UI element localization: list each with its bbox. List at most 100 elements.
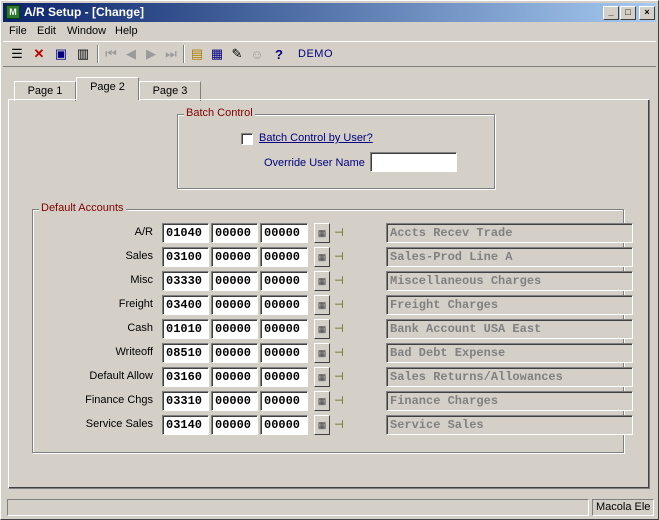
account-segment-3[interactable]: 00000 <box>260 343 308 363</box>
pin-icon[interactable]: ⊣ <box>331 295 347 315</box>
lookup-icon[interactable]: ▦ <box>314 271 330 291</box>
lookup-icon[interactable]: ▦ <box>314 415 330 435</box>
account-segment-3[interactable]: 00000 <box>260 271 308 291</box>
account-segment-3[interactable]: 00000 <box>260 319 308 339</box>
account-segment-1[interactable]: 01010 <box>162 319 209 339</box>
tab-page-1[interactable]: Page 1 <box>14 81 76 101</box>
account-description: Bad Debt Expense <box>386 343 633 363</box>
account-segment-3[interactable]: 00000 <box>260 295 308 315</box>
tab-label: Page 1 <box>27 85 63 97</box>
account-segment-2[interactable]: 00000 <box>211 295 258 315</box>
account-description: Finance Charges <box>386 391 633 411</box>
lookup-icon[interactable]: ▦ <box>314 343 330 363</box>
delete-icon[interactable]: ✕ <box>29 44 49 64</box>
help-icon[interactable]: ? <box>269 44 289 64</box>
pin-icon[interactable]: ⊣ <box>331 319 347 339</box>
account-segment-2[interactable]: 00000 <box>211 415 258 435</box>
next-record-icon[interactable]: ▶ <box>141 44 161 64</box>
account-label: A/R <box>134 226 153 238</box>
toolbar-separator <box>97 45 99 63</box>
status-main <box>7 499 589 516</box>
override-user-input[interactable] <box>370 152 457 172</box>
checkbox-label[interactable]: Batch Control by User? <box>259 132 373 144</box>
tab-label: Page 2 <box>90 81 125 93</box>
account-segment-3[interactable]: 00000 <box>260 391 308 411</box>
lookup-icon[interactable]: ▦ <box>314 367 330 387</box>
status-company: Macola Ele <box>592 499 654 516</box>
override-user-label: Override User Name <box>264 157 365 169</box>
list-icon[interactable]: ☰ <box>7 44 27 64</box>
chart-icon[interactable]: ✎ <box>227 44 247 64</box>
account-segment-2[interactable]: 00000 <box>211 319 258 339</box>
account-label: Cash <box>127 322 153 334</box>
tab-page-2[interactable]: Page 2 <box>76 77 139 100</box>
account-segment-2[interactable]: 00000 <box>211 343 258 363</box>
lookup-icon[interactable]: ▦ <box>314 223 330 243</box>
group-title: Batch Control <box>184 107 255 119</box>
account-description: Miscellaneous Charges <box>386 271 633 291</box>
account-segment-3[interactable]: 00000 <box>260 415 308 435</box>
account-segment-2[interactable]: 00000 <box>211 247 258 267</box>
account-segment-1[interactable]: 03310 <box>162 391 209 411</box>
maximize-icon[interactable]: □ <box>620 6 636 20</box>
account-segment-2[interactable]: 00000 <box>211 271 258 291</box>
menu-help[interactable]: Help <box>115 25 138 37</box>
lookup-icon[interactable]: ▦ <box>314 295 330 315</box>
menu-bar: File Edit Window Help <box>3 23 656 41</box>
pin-icon[interactable]: ⊣ <box>331 223 347 243</box>
account-description: Bank Account USA East <box>386 319 633 339</box>
prev-record-icon[interactable]: ◀ <box>121 44 141 64</box>
account-segment-1[interactable]: 01040 <box>162 223 209 243</box>
account-segment-3[interactable]: 00000 <box>260 247 308 267</box>
account-description: Accts Recev Trade <box>386 223 633 243</box>
first-record-icon[interactable]: ⏮ <box>101 44 121 64</box>
lookup-icon[interactable]: ▦ <box>314 391 330 411</box>
account-segment-1[interactable]: 03140 <box>162 415 209 435</box>
window-title: A/R Setup - [Change] <box>24 5 144 19</box>
note-icon[interactable]: ▤ <box>187 44 207 64</box>
pin-icon[interactable]: ⊣ <box>331 343 347 363</box>
account-description: Freight Charges <box>386 295 633 315</box>
pin-icon[interactable]: ⊣ <box>331 247 347 267</box>
menu-edit[interactable]: Edit <box>37 25 56 37</box>
app-icon[interactable]: M <box>6 5 20 19</box>
account-segment-1[interactable]: 08510 <box>162 343 209 363</box>
pin-icon[interactable]: ⊣ <box>331 415 347 435</box>
account-description: Sales-Prod Line A <box>386 247 633 267</box>
group-title: Default Accounts <box>39 202 126 214</box>
account-segment-1[interactable]: 03330 <box>162 271 209 291</box>
save-icon[interactable]: ▣ <box>51 44 71 64</box>
account-segment-2[interactable]: 00000 <box>211 367 258 387</box>
title-bar[interactable]: M A/R Setup - [Change] _ □ × <box>3 3 656 22</box>
lookup-icon[interactable]: ▦ <box>314 319 330 339</box>
account-segment-3[interactable]: 00000 <box>260 223 308 243</box>
account-segment-2[interactable]: 00000 <box>211 223 258 243</box>
tab-page-3[interactable]: Page 3 <box>139 81 201 101</box>
account-label: Misc <box>130 274 153 286</box>
account-label: Service Sales <box>85 418 153 430</box>
last-record-icon[interactable]: ⏭ <box>161 44 181 64</box>
minimize-icon[interactable]: _ <box>603 6 619 20</box>
people-icon[interactable]: ☺ <box>247 44 267 64</box>
account-label: Writeoff <box>115 346 154 358</box>
tab-label: Page 3 <box>152 85 188 97</box>
trash-icon[interactable]: ▥ <box>73 44 93 64</box>
company-code: DEMO <box>298 48 333 60</box>
batch-control-checkbox[interactable] <box>241 133 253 145</box>
calculator-icon[interactable]: ▦ <box>207 44 227 64</box>
account-segment-2[interactable]: 00000 <box>211 391 258 411</box>
lookup-icon[interactable]: ▦ <box>314 247 330 267</box>
pin-icon[interactable]: ⊣ <box>331 271 347 291</box>
pin-icon[interactable]: ⊣ <box>331 367 347 387</box>
account-segment-1[interactable]: 03400 <box>162 295 209 315</box>
toolbar: ☰ ✕ ▣ ▥ ⏮ ◀ ▶ ⏭ ▤ ▦ ✎ ☺ ? DEMO <box>3 41 656 67</box>
toolbar-separator <box>183 45 185 63</box>
menu-window[interactable]: Window <box>67 25 106 37</box>
ar-setup-window: M A/R Setup - [Change] _ □ × File Edit W… <box>0 0 659 520</box>
account-segment-1[interactable]: 03160 <box>162 367 209 387</box>
menu-file[interactable]: File <box>9 25 27 37</box>
pin-icon[interactable]: ⊣ <box>331 391 347 411</box>
account-segment-3[interactable]: 00000 <box>260 367 308 387</box>
close-icon[interactable]: × <box>639 6 655 20</box>
account-segment-1[interactable]: 03100 <box>162 247 209 267</box>
